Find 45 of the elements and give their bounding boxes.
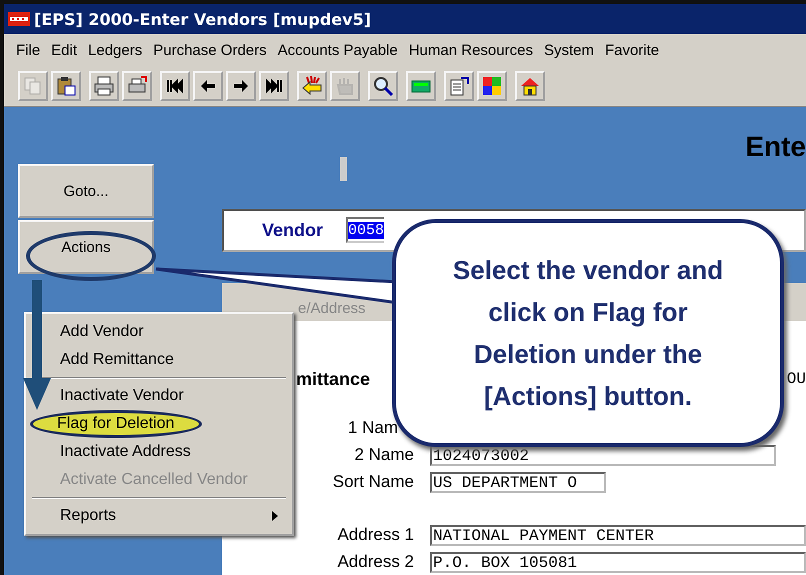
properties-tool-icon[interactable]: [444, 71, 474, 101]
menu-item[interactable]: Edit: [45, 42, 82, 58]
field-value: OU: [786, 370, 806, 388]
field-label: Vendor: [262, 220, 324, 241]
submenu-arrow-icon: [272, 511, 278, 521]
side-button[interactable]: Goto...: [18, 164, 154, 218]
menu-item[interactable]: Human Resources: [402, 42, 538, 58]
menu-item[interactable]: Purchase Orders: [147, 42, 272, 58]
home-tool-icon[interactable]: [515, 71, 545, 101]
field-label: 2 Name: [354, 445, 414, 464]
field-label: Sort Name: [332, 472, 414, 492]
menu-item[interactable]: Favorite: [598, 42, 664, 58]
window-title: [EPS] 2000-Enter Vendors [mupdev5]: [34, 10, 372, 28]
print-send-tool-icon[interactable]: [122, 71, 152, 101]
windows-tool-icon[interactable]: [477, 71, 507, 101]
print-tool-icon[interactable]: [89, 71, 119, 101]
page-heading: Ente: [745, 131, 806, 163]
text-field[interactable]: P.O. BOX 105081: [430, 552, 806, 573]
field-label: Address 1: [337, 525, 414, 544]
menu-item[interactable]: Ledgers: [82, 42, 148, 58]
exit-tool-icon[interactable]: [297, 71, 327, 101]
menu-item[interactable]: Inactivate Vendor: [54, 382, 292, 410]
vertical-bar: [340, 157, 347, 181]
calculator-tool-icon[interactable]: [406, 71, 436, 101]
menu-item[interactable]: Accounts Payable: [272, 42, 403, 58]
menu-item[interactable]: Inactivate Address: [54, 438, 292, 466]
menu-item[interactable]: File: [10, 42, 46, 58]
side-button[interactable]: Actions: [18, 220, 154, 274]
section-title: mittance: [296, 368, 370, 390]
next-tool-icon[interactable]: [226, 71, 256, 101]
text-field[interactable]: NATIONAL PAYMENT CENTER: [430, 524, 806, 546]
menu-item[interactable]: Add Remittance: [54, 346, 292, 374]
search-tool-icon[interactable]: [368, 71, 398, 101]
app-icon: [8, 12, 30, 26]
field-label: Address 2: [337, 552, 414, 572]
last-tool-icon[interactable]: [259, 71, 289, 101]
menu-item[interactable]: Add Vendor: [54, 318, 292, 346]
vendor-field[interactable]: 0058: [346, 217, 384, 244]
menu-item[interactable]: System: [538, 42, 599, 58]
menu-item[interactable]: Reports: [54, 502, 292, 530]
prev-tool-icon[interactable]: [193, 71, 223, 101]
paste-tool-icon[interactable]: [51, 71, 81, 101]
first-tool-icon[interactable]: [160, 71, 190, 101]
menu-item[interactable]: Flag for Deletion: [30, 410, 202, 438]
text-field[interactable]: US DEPARTMENT O: [430, 472, 606, 493]
